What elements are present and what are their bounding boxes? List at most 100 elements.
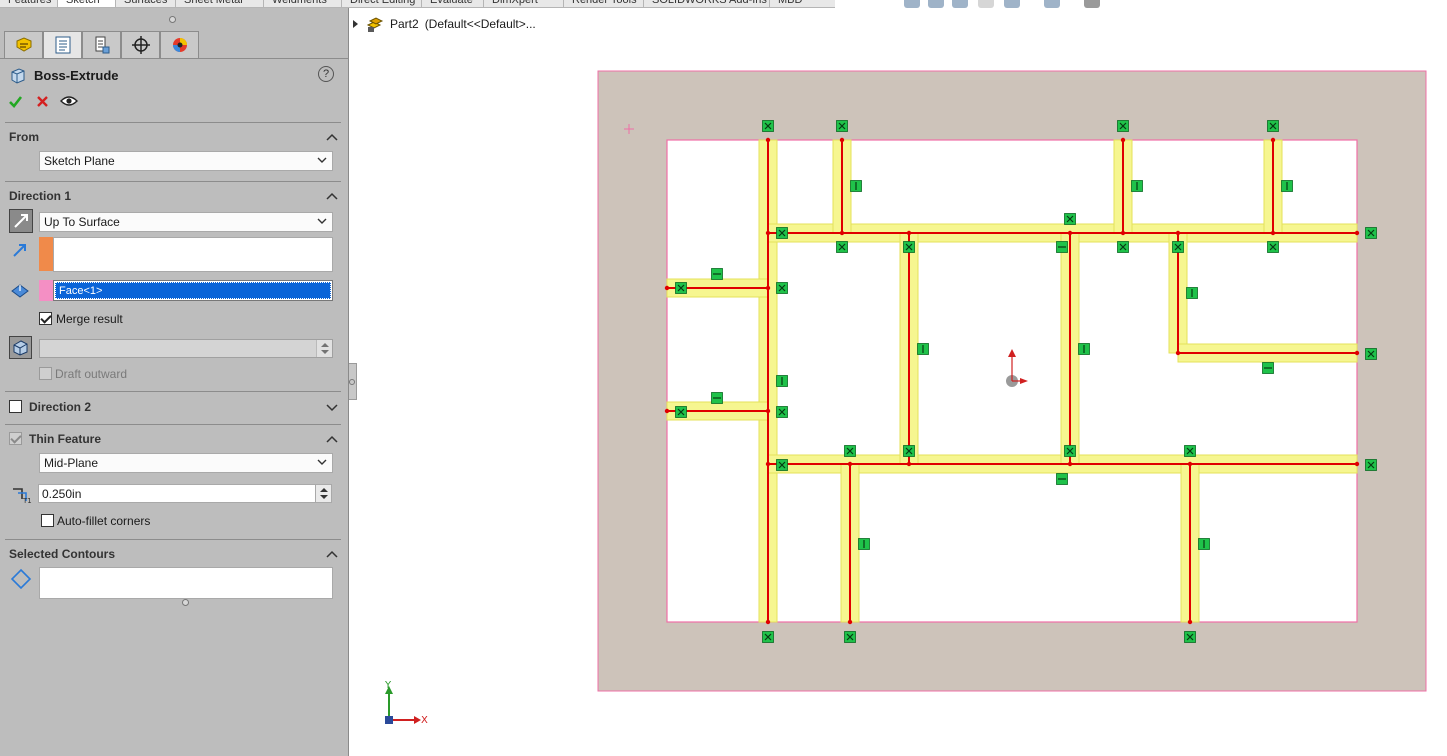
command-tab[interactable]: Sketch xyxy=(58,0,116,7)
collapse-chevron-icon[interactable] xyxy=(326,433,338,445)
expand-chevron-icon[interactable] xyxy=(326,401,338,413)
coincident-relation-icon[interactable] xyxy=(1267,241,1279,253)
coincident-relation-icon[interactable] xyxy=(836,241,848,253)
vertical-relation-icon[interactable] xyxy=(1186,287,1198,299)
sketch-endpoint[interactable] xyxy=(839,230,845,236)
vertical-relation-icon[interactable] xyxy=(1078,343,1090,355)
horizontal-relation-icon[interactable] xyxy=(711,268,723,280)
sketch-endpoint[interactable] xyxy=(1187,461,1193,467)
selected-contours-box[interactable] xyxy=(39,567,333,599)
detailed-preview-button[interactable] xyxy=(60,95,78,107)
sketch-endpoint[interactable] xyxy=(765,619,771,625)
coincident-relation-icon[interactable] xyxy=(776,227,788,239)
collapse-chevron-icon[interactable] xyxy=(326,548,338,560)
command-tab[interactable]: Surfaces xyxy=(116,0,176,7)
sketch-endpoint[interactable] xyxy=(765,408,771,414)
sketch-endpoint[interactable] xyxy=(765,230,771,236)
horizontal-relation-icon[interactable] xyxy=(1056,241,1068,253)
coincident-relation-icon[interactable] xyxy=(1184,445,1196,457)
coincident-relation-icon[interactable] xyxy=(762,120,774,132)
zoom-to-area-icon[interactable] xyxy=(928,0,944,8)
auto-fillet-checkbox[interactable] xyxy=(41,514,54,527)
coincident-relation-icon[interactable] xyxy=(903,241,915,253)
sketch-endpoint[interactable] xyxy=(1270,137,1276,143)
command-tab[interactable]: Features xyxy=(0,0,58,7)
display-style-icon[interactable] xyxy=(1044,0,1060,8)
vertical-relation-icon[interactable] xyxy=(858,538,870,550)
from-select[interactable]: Sketch Plane xyxy=(39,151,333,171)
coincident-relation-icon[interactable] xyxy=(776,406,788,418)
selected-face-item[interactable]: Face<1> xyxy=(55,282,331,299)
sketch-endpoint[interactable] xyxy=(765,461,771,467)
sketch-endpoint[interactable] xyxy=(765,137,771,143)
sketch-endpoint[interactable] xyxy=(1067,230,1073,236)
horizontal-relation-icon[interactable] xyxy=(711,392,723,404)
graphics-area[interactable]: Y X xyxy=(357,8,1447,756)
section-view-icon[interactable] xyxy=(978,0,994,8)
tab-property-manager[interactable] xyxy=(43,31,82,59)
command-tab[interactable]: Evaluate xyxy=(422,0,484,7)
coincident-relation-icon[interactable] xyxy=(1365,227,1377,239)
ok-button[interactable] xyxy=(8,94,23,109)
tab-dimxpert-manager[interactable] xyxy=(121,31,160,59)
horizontal-relation-icon[interactable] xyxy=(1056,473,1068,485)
sketch-endpoint[interactable] xyxy=(906,461,912,467)
sketch-endpoint[interactable] xyxy=(847,461,853,467)
sketch-endpoint[interactable] xyxy=(765,285,771,291)
command-tab[interactable]: Direct Editing xyxy=(342,0,422,7)
direction-selection-box[interactable] xyxy=(53,237,333,272)
collapse-chevron-icon[interactable] xyxy=(326,131,338,143)
sketch-endpoint[interactable] xyxy=(839,137,845,143)
previous-view-icon[interactable] xyxy=(952,0,968,8)
splitter-handle[interactable] xyxy=(169,16,176,23)
thin-type-select[interactable]: Mid-Plane xyxy=(39,453,333,473)
coincident-relation-icon[interactable] xyxy=(1117,120,1129,132)
sketch-endpoint[interactable] xyxy=(1120,230,1126,236)
tab-feature-manager[interactable] xyxy=(4,31,43,59)
collapse-chevron-icon[interactable] xyxy=(326,190,338,202)
coincident-relation-icon[interactable] xyxy=(675,282,687,294)
coincident-relation-icon[interactable] xyxy=(776,459,788,471)
coincident-relation-icon[interactable] xyxy=(1267,120,1279,132)
sketch-endpoint[interactable] xyxy=(847,619,853,625)
direction2-checkbox[interactable] xyxy=(9,400,22,413)
tab-configuration-manager[interactable] xyxy=(82,31,121,59)
sketch-endpoint[interactable] xyxy=(1175,350,1181,356)
vertical-relation-icon[interactable] xyxy=(1131,180,1143,192)
up-to-surface-selection-box[interactable]: Face<1> xyxy=(53,280,333,301)
coincident-relation-icon[interactable] xyxy=(762,631,774,643)
panel-collapse-handle[interactable] xyxy=(349,363,357,400)
coincident-relation-icon[interactable] xyxy=(836,120,848,132)
coincident-relation-icon[interactable] xyxy=(1365,459,1377,471)
coincident-relation-icon[interactable] xyxy=(675,406,687,418)
thickness-input[interactable]: 0.250in xyxy=(38,484,332,503)
hide-show-items-icon[interactable] xyxy=(1084,0,1100,8)
coincident-relation-icon[interactable] xyxy=(844,631,856,643)
sketch-endpoint[interactable] xyxy=(1270,230,1276,236)
thickness-spinner[interactable] xyxy=(315,485,331,502)
coincident-relation-icon[interactable] xyxy=(1117,241,1129,253)
draft-on-off-button[interactable] xyxy=(9,336,32,359)
command-tab[interactable]: Weldments xyxy=(264,0,342,7)
sketch-endpoint[interactable] xyxy=(1354,230,1360,236)
cancel-button[interactable] xyxy=(36,95,49,108)
command-tab[interactable]: DimXpert xyxy=(484,0,564,7)
coincident-relation-icon[interactable] xyxy=(1064,213,1076,225)
coincident-relation-icon[interactable] xyxy=(776,282,788,294)
coincident-relation-icon[interactable] xyxy=(1365,348,1377,360)
sketch-endpoint[interactable] xyxy=(1354,461,1360,467)
sketch-endpoint[interactable] xyxy=(664,408,670,414)
reverse-direction-button[interactable] xyxy=(9,209,33,233)
vertical-relation-icon[interactable] xyxy=(776,375,788,387)
vertical-relation-icon[interactable] xyxy=(917,343,929,355)
tab-display-manager[interactable] xyxy=(160,31,199,59)
coincident-relation-icon[interactable] xyxy=(844,445,856,457)
vertical-relation-icon[interactable] xyxy=(1198,538,1210,550)
sketch-endpoint[interactable] xyxy=(906,230,912,236)
coincident-relation-icon[interactable] xyxy=(903,445,915,457)
coincident-relation-icon[interactable] xyxy=(1184,631,1196,643)
command-tab[interactable]: SOLIDWORKS Add-Ins xyxy=(644,0,770,7)
command-tab[interactable]: MBD xyxy=(770,0,835,7)
coincident-relation-icon[interactable] xyxy=(1064,445,1076,457)
sketch-endpoint[interactable] xyxy=(664,285,670,291)
